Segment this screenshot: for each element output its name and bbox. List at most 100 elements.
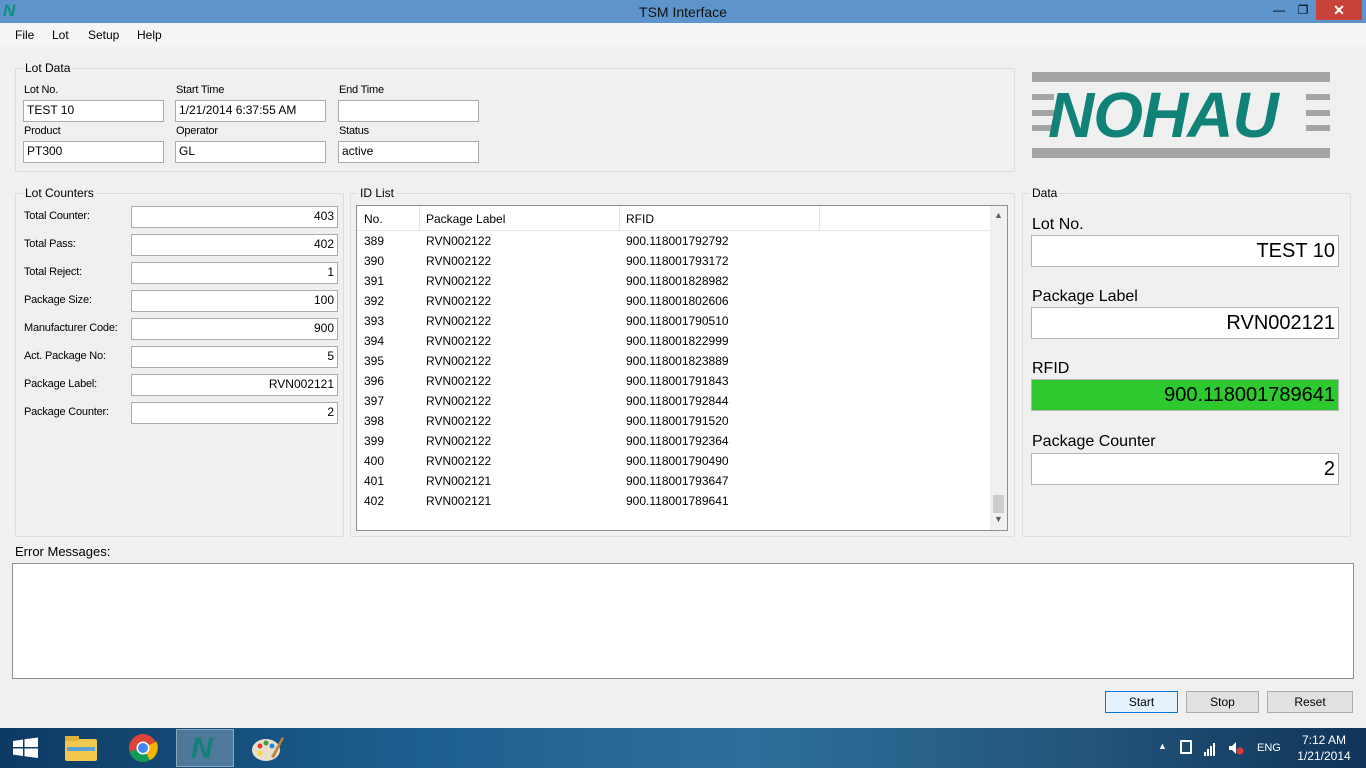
- list-item[interactable]: 390 RVN002122 900.118001793172: [357, 252, 991, 272]
- tsm-app-icon[interactable]: N: [176, 729, 234, 767]
- lot-no-label: Lot No.: [24, 84, 59, 96]
- list-cell-rfid: 900.118001790490: [626, 454, 729, 468]
- list-cell-no: 398: [364, 414, 385, 428]
- scroll-thumb[interactable]: [993, 495, 1004, 513]
- chrome-icon[interactable]: [114, 729, 172, 767]
- reset-button[interactable]: Reset: [1267, 691, 1353, 713]
- clock-date[interactable]: 1/21/2014: [1294, 749, 1354, 763]
- data-package-counter-field[interactable]: 2: [1031, 453, 1339, 485]
- column-header-no[interactable]: No.: [364, 212, 383, 226]
- start-icon[interactable]: [0, 729, 58, 767]
- list-cell-no: 389: [364, 234, 385, 248]
- list-item[interactable]: 402 RVN002121 900.118001789641: [357, 492, 991, 512]
- maximize-button[interactable]: ❐: [1292, 0, 1314, 20]
- counter-value-field[interactable]: 100: [131, 290, 338, 312]
- start-button[interactable]: Start: [1105, 691, 1178, 713]
- file-explorer-icon[interactable]: [53, 729, 111, 767]
- error-messages-box[interactable]: [12, 563, 1354, 679]
- paint-icon[interactable]: [238, 729, 296, 767]
- counter-label: Package Size:: [24, 294, 92, 306]
- list-cell-no: 394: [364, 334, 385, 348]
- signal-icon[interactable]: [1204, 742, 1218, 759]
- show-hidden-icons-icon[interactable]: ▲: [1158, 741, 1167, 751]
- column-header-rfid[interactable]: RFID: [626, 212, 654, 226]
- list-item[interactable]: 395 RVN002122 900.118001823889: [357, 352, 991, 372]
- list-cell-label: RVN002122: [426, 354, 492, 368]
- list-cell-no: 401: [364, 474, 385, 488]
- id-list-scrollbar[interactable]: ▲ ▼: [990, 206, 1007, 530]
- list-cell-label: RVN002122: [426, 254, 492, 268]
- list-item[interactable]: 389 RVN002122 900.118001792792: [357, 232, 991, 252]
- list-cell-label: RVN002122: [426, 414, 492, 428]
- list-cell-rfid: 900.118001828982: [626, 274, 729, 288]
- data-package-label-field[interactable]: RVN002121: [1031, 307, 1339, 339]
- counter-value-field[interactable]: 5: [131, 346, 338, 368]
- list-cell-rfid: 900.118001793647: [626, 474, 729, 488]
- logo-text: NOHAU: [1048, 79, 1279, 151]
- end-time-field[interactable]: [338, 100, 479, 122]
- action-center-icon[interactable]: [1180, 740, 1192, 754]
- language-indicator[interactable]: ENG: [1257, 742, 1281, 754]
- list-item[interactable]: 399 RVN002122 900.118001792364: [357, 432, 991, 452]
- counter-value-field[interactable]: 2: [131, 402, 338, 424]
- menu-help[interactable]: Help: [137, 28, 162, 42]
- list-cell-no: 399: [364, 434, 385, 448]
- id-list-view[interactable]: No. Package Label RFID 389 RVN002122 900.1…: [356, 205, 1008, 531]
- list-cell-rfid: 900.118001792792: [626, 234, 729, 248]
- list-cell-rfid: 900.118001791520: [626, 414, 729, 428]
- counter-label: Act. Package No:: [24, 350, 106, 362]
- status-label: Status: [339, 125, 369, 137]
- list-cell-rfid: 900.118001792844: [626, 394, 729, 408]
- list-cell-no: 391: [364, 274, 385, 288]
- counter-value-field[interactable]: 403: [131, 206, 338, 228]
- list-cell-no: 396: [364, 374, 385, 388]
- clock-time[interactable]: 7:12 AM: [1294, 733, 1354, 747]
- scroll-down-icon[interactable]: ▼: [990, 514, 1007, 524]
- list-cell-label: RVN002122: [426, 374, 492, 388]
- list-item[interactable]: 401 RVN002121 900.118001793647: [357, 472, 991, 492]
- list-cell-label: RVN002122: [426, 234, 492, 248]
- column-header-package-label[interactable]: Package Label: [426, 212, 505, 226]
- list-item[interactable]: 391 RVN002122 900.118001828982: [357, 272, 991, 292]
- counter-label: Package Label:: [24, 378, 98, 390]
- data-package-counter-label: Package Counter: [1032, 433, 1156, 450]
- counter-value-field[interactable]: 900: [131, 318, 338, 340]
- data-lot-no-label: Lot No.: [1032, 216, 1084, 233]
- list-item[interactable]: 394 RVN002122 900.118001822999: [357, 332, 991, 352]
- counter-value-field[interactable]: 1: [131, 262, 338, 284]
- data-rfid-field[interactable]: 900.118001789641: [1031, 379, 1339, 411]
- counter-value-field[interactable]: RVN002121: [131, 374, 338, 396]
- menu-file[interactable]: File: [15, 28, 34, 42]
- data-package-label-label: Package Label: [1032, 288, 1138, 305]
- list-cell-no: 393: [364, 314, 385, 328]
- lot-counters-legend: Lot Counters: [23, 186, 96, 200]
- product-field[interactable]: PT300: [23, 141, 164, 163]
- list-cell-label: RVN002122: [426, 434, 492, 448]
- list-item[interactable]: 392 RVN002122 900.118001802606: [357, 292, 991, 312]
- data-rfid-label: RFID: [1032, 360, 1070, 377]
- operator-field[interactable]: GL: [175, 141, 326, 163]
- list-item[interactable]: 397 RVN002122 900.118001792844: [357, 392, 991, 412]
- list-item[interactable]: 400 RVN002122 900.118001790490: [357, 452, 991, 472]
- lot-no-field[interactable]: TEST 10: [23, 100, 164, 122]
- menu-lot[interactable]: Lot: [52, 28, 69, 42]
- list-cell-label: RVN002122: [426, 314, 492, 328]
- minimize-button[interactable]: —: [1268, 0, 1290, 20]
- list-item[interactable]: 398 RVN002122 900.118001791520: [357, 412, 991, 432]
- close-button[interactable]: ✕: [1316, 0, 1362, 20]
- menu-setup[interactable]: Setup: [88, 28, 119, 42]
- volume-muted-icon[interactable]: [1228, 741, 1244, 758]
- list-cell-label: RVN002121: [426, 474, 492, 488]
- counter-value-field[interactable]: 402: [131, 234, 338, 256]
- counter-label: Total Pass:: [24, 238, 76, 250]
- list-cell-no: 397: [364, 394, 385, 408]
- data-lot-no-field[interactable]: TEST 10: [1031, 235, 1339, 267]
- list-item[interactable]: 396 RVN002122 900.118001791843: [357, 372, 991, 392]
- list-cell-rfid: 900.118001790510: [626, 314, 729, 328]
- status-field[interactable]: active: [338, 141, 479, 163]
- start-time-field[interactable]: 1/21/2014 6:37:55 AM: [175, 100, 326, 122]
- list-item[interactable]: 393 RVN002122 900.118001790510: [357, 312, 991, 332]
- product-label: Product: [24, 125, 61, 137]
- stop-button[interactable]: Stop: [1186, 691, 1259, 713]
- scroll-up-icon[interactable]: ▲: [990, 210, 1007, 220]
